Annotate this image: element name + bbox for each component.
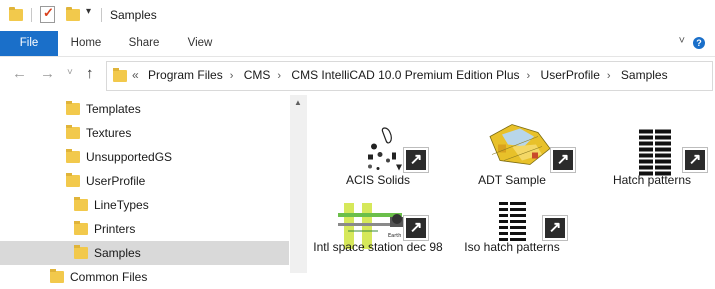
folder-icon	[74, 245, 88, 259]
crumb-intellicad[interactable]: CMS IntelliCAD 10.0 Premium Edition Plus	[291, 68, 519, 82]
folder-icon	[66, 149, 80, 163]
folder-icon	[66, 101, 80, 115]
tree-item-unsupportedgs[interactable]: UnsupportedGS	[0, 145, 289, 169]
expand-ribbon-icon[interactable]: ˅	[679, 35, 685, 47]
tab-share[interactable]: Share	[118, 31, 170, 56]
shortcut-arrow-icon: ↗	[550, 147, 576, 173]
crumb-program-files[interactable]: Program Files	[148, 68, 223, 82]
crumb-userprofile[interactable]: UserProfile	[541, 68, 600, 82]
tree-item-templates[interactable]: Templates	[0, 97, 289, 121]
folder-icon	[66, 125, 80, 139]
scroll-up-icon[interactable]: ▲	[294, 98, 302, 107]
new-folder-icon[interactable]	[66, 7, 80, 21]
tree-item-linetypes[interactable]: LineTypes	[0, 193, 289, 217]
back-arrow-icon[interactable]: ←	[12, 65, 27, 82]
customize-toolbar-icon[interactable]: ▾	[86, 6, 91, 17]
breadcrumb: « Program Files › CMS › CMS IntelliCAD 10.…	[132, 68, 668, 82]
shortcut-arrow-icon: ↗	[403, 147, 429, 173]
folder-icon	[74, 197, 88, 211]
folder-icon	[113, 68, 127, 82]
title-bar: ✓ ▾ Samples	[0, 0, 715, 31]
folder-icon	[66, 173, 80, 187]
file-name: Intl space station dec 98	[313, 240, 443, 254]
divider	[31, 8, 32, 22]
tree-item-printers[interactable]: Printers	[0, 217, 289, 241]
folder-icon	[74, 221, 88, 235]
crumb-samples[interactable]: Samples	[621, 68, 668, 82]
tree-item-common-files[interactable]: Common Files	[0, 265, 289, 289]
overflow-crumbs-icon[interactable]: «	[132, 68, 139, 82]
address-row: ← → ˅ ↑ « Program Files › CMS › CMS Intell…	[0, 57, 715, 93]
ribbon-tabs: File Home Share View ˅ ?	[0, 31, 715, 57]
file-name: ADT Sample	[478, 173, 546, 187]
shortcut-arrow-icon: ↗	[403, 215, 429, 241]
window-title: Samples	[110, 8, 157, 22]
tab-file[interactable]: File	[0, 31, 58, 56]
file-list: ↗ ACIS Solids ↗ ADT Sample ↗ Hatch patte…	[308, 95, 715, 273]
shortcut-arrow-icon: ↗	[542, 215, 568, 241]
chevron-right-icon[interactable]: ›	[527, 70, 531, 82]
up-arrow-icon[interactable]: ↑	[86, 65, 94, 82]
crumb-cms[interactable]: CMS	[244, 68, 271, 82]
tab-home[interactable]: Home	[60, 31, 112, 56]
recent-locations-icon[interactable]: ˅	[67, 67, 73, 78]
shortcut-arrow-icon: ↗	[682, 147, 708, 173]
tree-item-label: Textures	[86, 126, 132, 140]
navigation-pane: Templates Textures UnsupportedGS UserPro…	[0, 95, 290, 284]
address-bar[interactable]: « Program Files › CMS › CMS IntelliCAD 10.…	[106, 61, 713, 91]
tree-item-label: Samples	[94, 246, 141, 260]
tree-item-label: UserProfile	[86, 174, 146, 188]
svg-text:Earth: Earth	[388, 233, 401, 239]
tree-item-label: Templates	[86, 102, 141, 116]
chevron-right-icon[interactable]: ›	[607, 70, 611, 82]
tree-item-samples[interactable]: Samples	[0, 241, 289, 265]
help-icon[interactable]: ?	[693, 37, 705, 49]
tree-item-userprofile[interactable]: UserProfile	[0, 169, 289, 193]
file-name: Hatch patterns	[612, 173, 692, 187]
chevron-right-icon[interactable]: ›	[277, 70, 281, 82]
file-name: ACIS Solids	[345, 173, 411, 187]
folder-icon	[9, 7, 23, 21]
tree-item-label: UnsupportedGS	[86, 150, 173, 164]
tab-view[interactable]: View	[174, 31, 226, 56]
tree-item-label: Printers	[94, 222, 136, 236]
tree-item-label: Common Files	[70, 270, 148, 284]
tree-item-textures[interactable]: Textures	[0, 121, 289, 145]
chevron-right-icon[interactable]: ›	[230, 70, 234, 82]
forward-arrow-icon[interactable]: →	[40, 65, 55, 82]
divider	[101, 8, 102, 22]
properties-icon[interactable]: ✓	[40, 5, 55, 23]
nav-pane-scrollbar[interactable]: ▲	[290, 95, 307, 273]
file-name: Iso hatch patterns	[464, 240, 560, 254]
tree-item-label: LineTypes	[94, 198, 149, 212]
